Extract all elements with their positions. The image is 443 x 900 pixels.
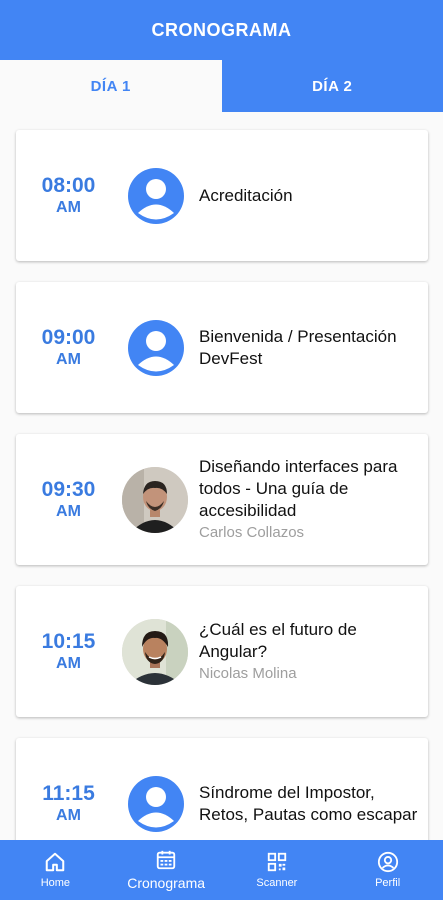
nav-cronograma-label: Cronograma [127,875,206,891]
nav-perfil[interactable]: Perfil [332,840,443,900]
nav-scanner-label: Scanner [256,877,298,889]
app-bar: CRONOGRAMA [0,0,443,60]
account-circle-icon [377,851,398,873]
default-avatar-icon [128,776,184,832]
nav-cronograma[interactable]: Cronograma [111,840,222,900]
session-time: 10:15 AM [16,586,121,717]
nav-home[interactable]: Home [0,840,111,900]
default-avatar-icon [128,168,184,224]
qr-code-icon [267,852,287,872]
session-title: ¿Cuál es el futuro de Angular? [199,620,357,661]
speaker-photo [122,467,188,533]
session-time: 09:30 AM [16,434,121,565]
home-icon [46,852,65,872]
session-time-period: AM [56,198,81,216]
schedule-list[interactable]: 08:00 AM Acreditación 09:00 AM Bienvenid… [0,112,443,840]
session-time-value: 11:15 [42,781,95,805]
session-time-period: AM [56,350,81,368]
session-time: 11:15 AM [16,738,121,840]
nav-home-label: Home [40,877,71,889]
default-avatar-icon [128,320,184,376]
tab-day-2[interactable]: DÍA 2 [221,60,443,112]
session-time-period: AM [56,654,81,672]
session-time-value: 08:00 [41,173,96,197]
page-title: CRONOGRAMA [151,19,292,40]
session-card[interactable]: 09:00 AM Bienvenida / Presentación DevFe… [16,282,428,413]
bottom-navigation: Home Cronograma Scanner Perfil [0,840,443,900]
session-time: 08:00 AM [16,130,121,261]
session-time-value: 09:00 [41,325,96,349]
session-title: Acreditación [199,185,293,205]
session-title: Diseñando interfaces para todos - Una gu… [199,457,398,520]
session-card[interactable]: 09:30 AM Diseñando interfaces para todos… [16,434,428,565]
session-time-value: 09:30 [41,477,96,501]
nav-scanner[interactable]: Scanner [222,840,333,900]
session-card[interactable]: 10:15 AM ¿Cuál es el futuro de Angular? … [16,586,428,717]
session-speaker: Nicolas Molina [199,665,297,682]
calendar-icon [156,850,176,870]
session-time-period: AM [56,502,81,520]
nav-perfil-label: Perfil [375,877,401,889]
session-time: 09:00 AM [16,282,121,413]
tab-day-1[interactable]: DÍA 1 [0,60,222,112]
session-title: Bienvenida / Presentación DevFest [199,326,397,368]
session-time-period: AM [56,806,81,824]
day-tabs: DÍA 1 DÍA 2 [0,60,443,112]
session-card[interactable]: 11:15 AM Síndrome del Impostor, Retos, P… [16,738,428,840]
session-speaker: Carlos Collazos [199,524,305,541]
session-card[interactable]: 08:00 AM Acreditación [16,130,428,261]
session-title: Síndrome del Impostor, Retos, Pautas com… [199,782,418,824]
speaker-photo [122,619,188,685]
session-time-value: 10:15 [41,629,96,653]
